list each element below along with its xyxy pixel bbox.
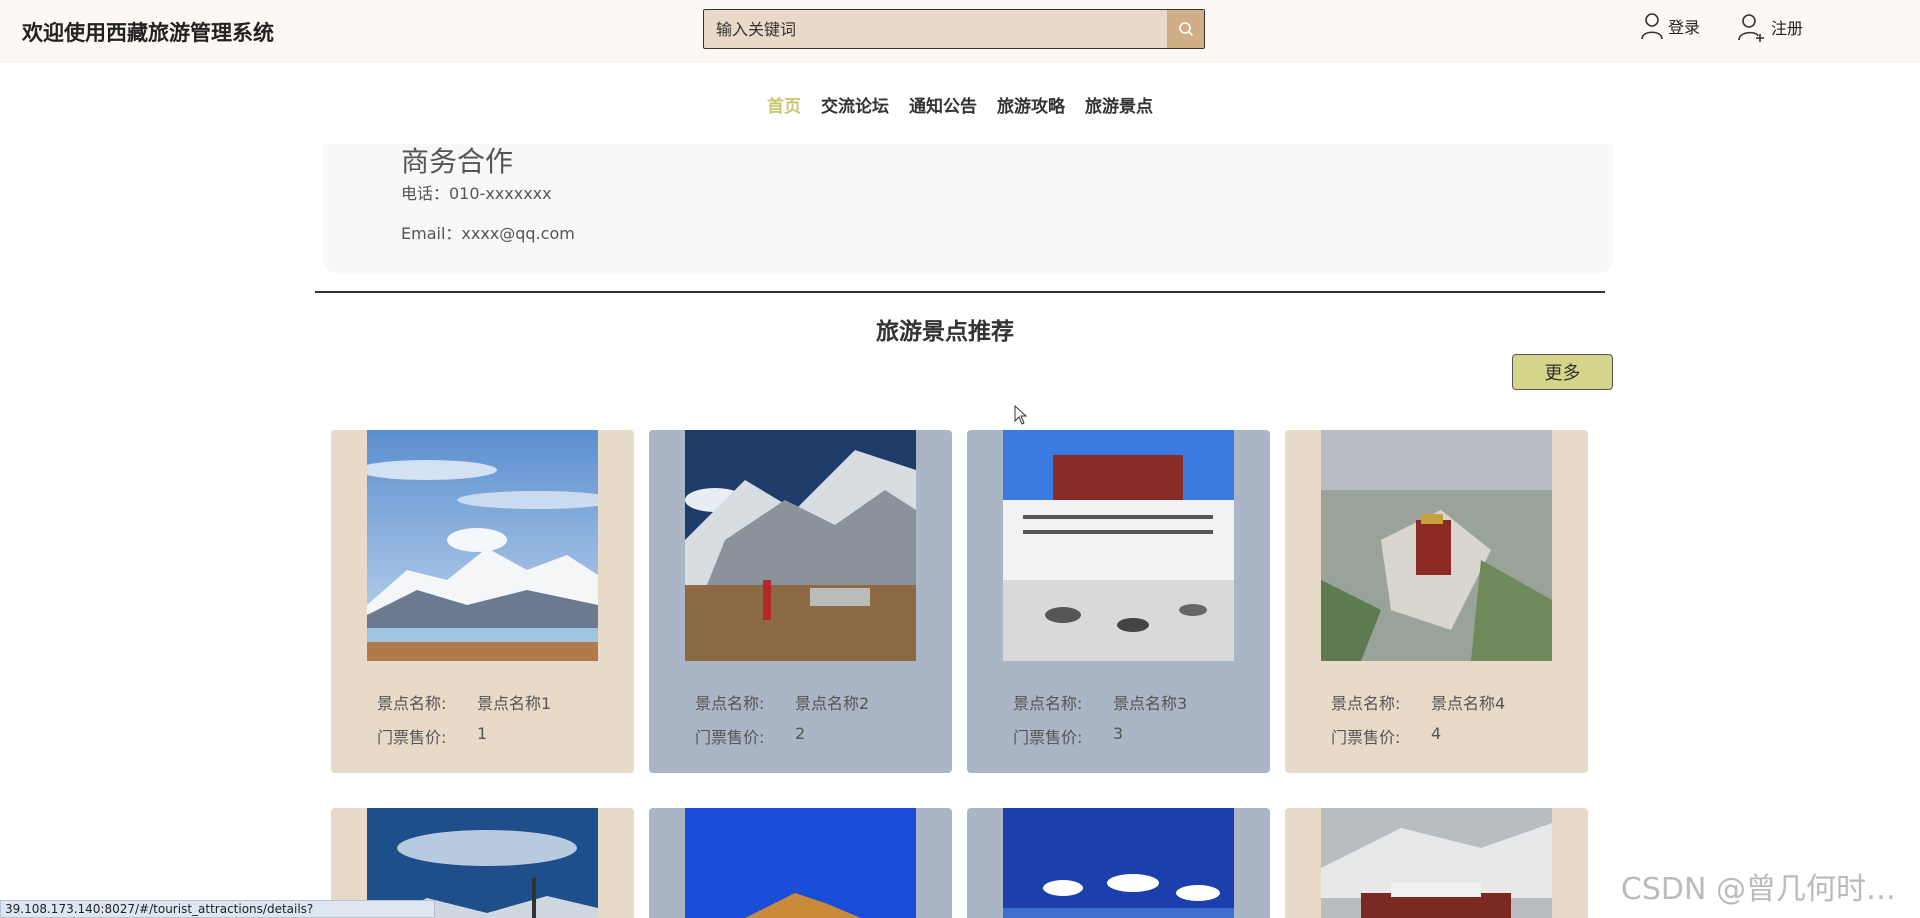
attraction-name: 景点名称4: [1431, 694, 1506, 713]
search-box: [703, 9, 1205, 49]
attraction-price-label: 门票售价:: [1331, 728, 1401, 747]
attraction-image-8[interactable]: [1321, 808, 1552, 918]
search-button[interactable]: [1167, 10, 1204, 48]
attraction-name-label: 景点名称:: [1013, 694, 1083, 713]
search-icon: [1178, 22, 1193, 37]
attraction-image-6[interactable]: [685, 808, 916, 918]
attraction-name: 景点名称1: [477, 694, 552, 713]
site-title: 欢迎使用西藏旅游管理系统: [22, 21, 274, 45]
attraction-price-label: 门票售价:: [1013, 728, 1083, 747]
attraction-price: 4: [1431, 724, 1442, 743]
attraction-image-4[interactable]: [1321, 430, 1552, 661]
attraction-price-label: 门票售价:: [695, 728, 765, 747]
attraction-name: 景点名称3: [1113, 694, 1188, 713]
attraction-card-8[interactable]: [1285, 808, 1588, 918]
attraction-name-label: 景点名称:: [377, 694, 447, 713]
attraction-price: 3: [1113, 724, 1124, 743]
login-label: 登录: [1668, 18, 1701, 37]
section-divider: [315, 291, 1605, 293]
attraction-card-7[interactable]: [967, 808, 1270, 918]
nav-item-forum[interactable]: 交流论坛: [821, 92, 889, 117]
section-title: 旅游景点推荐: [876, 319, 1014, 345]
nav-item-guide[interactable]: 旅游攻略: [997, 92, 1065, 117]
user-icon: [1641, 13, 1663, 40]
nav-item-notice[interactable]: 通知公告: [909, 92, 977, 117]
status-bar-url: 39.108.173.140:8027/#/tourist_attraction…: [0, 900, 435, 918]
attraction-price-label: 门票售价:: [377, 728, 447, 747]
attraction-price: 2: [795, 724, 806, 743]
mouse-cursor-icon: [1014, 405, 1028, 425]
attraction-price: 1: [477, 724, 488, 743]
attraction-card-2[interactable]: 景点名称: 景点名称2 门票售价: 2: [649, 430, 952, 773]
attraction-name-label: 景点名称:: [695, 694, 765, 713]
nav-item-attractions[interactable]: 旅游景点: [1085, 92, 1153, 117]
attraction-card-6[interactable]: [649, 808, 952, 918]
search-input[interactable]: [704, 10, 1168, 48]
attraction-card-3[interactable]: 景点名称: 景点名称3 门票售价: 3: [967, 430, 1270, 773]
attraction-image-7[interactable]: [1003, 808, 1234, 918]
main-nav: 首页 交流论坛 通知公告 旅游攻略 旅游景点: [0, 62, 1920, 144]
nav-item-home[interactable]: 首页: [767, 92, 801, 117]
login-link[interactable]: 登录: [1640, 12, 1700, 40]
more-button[interactable]: 更多: [1512, 354, 1613, 390]
attraction-card-4[interactable]: 景点名称: 景点名称4 门票售价: 4: [1285, 430, 1588, 773]
top-header: 欢迎使用西藏旅游管理系统 登录 注册: [0, 0, 1920, 62]
attraction-image-2[interactable]: [685, 430, 916, 661]
attraction-card-1[interactable]: 景点名称: 景点名称1 门票售价: 1: [331, 430, 634, 773]
register-label: 注册: [1771, 19, 1804, 38]
attraction-name: 景点名称2: [795, 694, 870, 713]
contact-heading: 商务合作: [401, 145, 514, 178]
watermark: CSDN @曾几何时…: [1620, 872, 1896, 907]
contact-panel: 商务合作 电话：010-xxxxxxx Email：xxxx@qq.com: [323, 144, 1613, 274]
contact-phone: 电话：010-xxxxxxx: [401, 184, 552, 203]
contact-email: Email：xxxx@qq.com: [401, 224, 575, 243]
user-plus-icon: [1738, 14, 1764, 42]
attraction-image-3[interactable]: [1003, 430, 1234, 661]
attraction-name-label: 景点名称:: [1331, 694, 1401, 713]
register-link[interactable]: 注册: [1737, 12, 1803, 42]
attraction-image-1[interactable]: [367, 430, 598, 661]
